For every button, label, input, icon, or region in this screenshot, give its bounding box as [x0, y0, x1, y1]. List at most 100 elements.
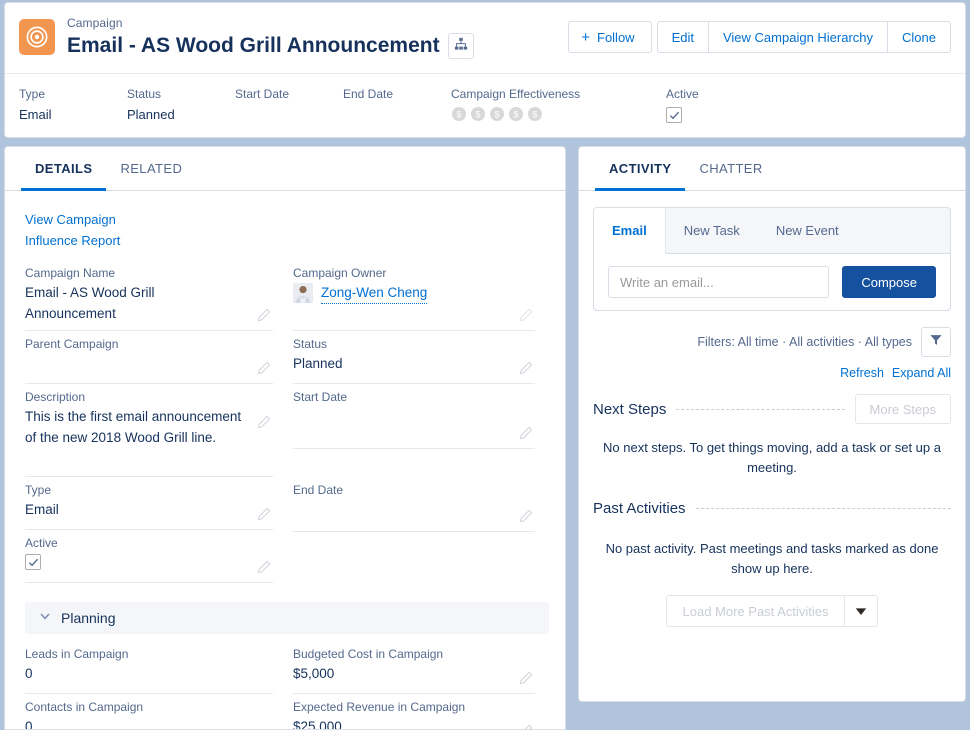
- field-status: Status Planned: [293, 336, 535, 384]
- campaign-effectiveness-rating[interactable]: $ $ $ $ $: [451, 106, 666, 122]
- tab-activity[interactable]: ACTIVITY: [595, 147, 685, 191]
- field-label: Campaign Name: [25, 265, 273, 282]
- field-label: Status: [293, 336, 535, 353]
- header-field-label: End Date: [343, 86, 451, 102]
- record-title-row: Email - AS Wood Grill Announcement: [67, 32, 474, 60]
- field-end-date: End Date: [293, 454, 535, 532]
- details-body: View Campaign Influence Report Campaign …: [5, 191, 565, 730]
- next-steps-empty-message: No next steps. To get things moving, add…: [593, 424, 951, 490]
- header-field-type: Type Email: [19, 86, 127, 137]
- activity-panel: ACTIVITY CHATTER Email New Task New Even…: [578, 146, 966, 702]
- details-column-right: Campaign Owner Zong-Wen Cheng: [287, 265, 549, 588]
- planning-column-left: Leads in Campaign 0 Contacts in Campaign…: [25, 646, 287, 730]
- field-label: Contacts in Campaign: [25, 699, 273, 716]
- field-value: Zong-Wen Cheng: [293, 282, 535, 304]
- composer-tab-email[interactable]: Email: [594, 208, 666, 254]
- next-steps-title: Next Steps: [593, 401, 676, 418]
- edit-pencil-icon[interactable]: [519, 509, 533, 523]
- load-more-label[interactable]: Load More Past Activities: [667, 596, 846, 626]
- edit-pencil-icon[interactable]: [519, 724, 533, 730]
- edit-pencil-icon[interactable]: [519, 426, 533, 440]
- header-field-label: Status: [127, 86, 235, 102]
- field-value: This is the first email announcement of …: [25, 406, 273, 448]
- compose-button[interactable]: Compose: [842, 266, 936, 298]
- edit-pencil-icon[interactable]: [257, 415, 271, 429]
- plus-icon: +: [581, 30, 590, 45]
- edit-pencil-icon[interactable]: [519, 361, 533, 375]
- tab-related[interactable]: RELATED: [106, 147, 196, 191]
- more-steps-button[interactable]: More Steps: [855, 394, 951, 424]
- active-checkbox: [666, 107, 682, 123]
- edit-pencil-icon[interactable]: [257, 308, 271, 322]
- details-columns: Campaign Name Email - AS Wood Grill Anno…: [25, 265, 549, 588]
- field-label: Expected Revenue in Campaign: [293, 699, 535, 716]
- composer-tab-new-task[interactable]: New Task: [666, 208, 758, 253]
- header-field-label: Campaign Effectiveness: [451, 86, 666, 102]
- field-value: $5,000: [293, 663, 535, 684]
- field-type: Type Email: [25, 482, 273, 530]
- dollar-coin-icon: $: [470, 106, 486, 122]
- edit-pencil-icon[interactable]: [257, 560, 271, 574]
- campaign-owner-link[interactable]: Zong-Wen Cheng: [321, 282, 427, 304]
- field-label: Active: [25, 535, 273, 552]
- field-campaign-owner: Campaign Owner Zong-Wen Cheng: [293, 265, 535, 331]
- field-value: 0: [25, 663, 273, 684]
- edit-pencil-icon-disabled: [519, 308, 533, 322]
- activity-filter-button[interactable]: [921, 327, 951, 357]
- edit-pencil-icon[interactable]: [257, 361, 271, 375]
- field-label: Type: [25, 482, 273, 499]
- next-steps-header: Next Steps More Steps: [593, 394, 951, 424]
- header-field-label: Type: [19, 86, 127, 102]
- dollar-coin-icon: $: [508, 106, 524, 122]
- field-campaign-name: Campaign Name Email - AS Wood Grill Anno…: [25, 265, 273, 331]
- field-label: Leads in Campaign: [25, 646, 273, 663]
- section-title: Planning: [61, 610, 116, 626]
- edit-pencil-icon[interactable]: [257, 507, 271, 521]
- chevron-down-icon: [39, 609, 51, 627]
- header-button-group: Edit View Campaign Hierarchy Clone: [657, 21, 951, 53]
- field-value: Planned: [293, 353, 535, 374]
- composer-input-row: Compose: [594, 254, 950, 310]
- object-type-label: Campaign: [67, 16, 474, 31]
- svg-text:$: $: [513, 110, 518, 120]
- expand-all-link[interactable]: Expand All: [892, 363, 951, 384]
- write-email-input[interactable]: [608, 266, 829, 298]
- edit-button[interactable]: Edit: [657, 21, 709, 53]
- follow-button[interactable]: + Follow: [568, 21, 651, 53]
- hierarchy-button[interactable]: [448, 33, 474, 59]
- details-panel: DETAILS RELATED View Campaign Influence …: [4, 146, 566, 730]
- field-value: 0: [25, 716, 273, 730]
- composer-tab-new-event[interactable]: New Event: [758, 208, 857, 253]
- field-label: Start Date: [293, 389, 535, 406]
- clone-button[interactable]: Clone: [887, 21, 951, 53]
- field-contacts-in-campaign: Contacts in Campaign 0: [25, 699, 273, 730]
- tab-details[interactable]: DETAILS: [21, 147, 106, 191]
- hierarchy-icon: [454, 37, 468, 56]
- activity-composer: Email New Task New Event Compose: [593, 207, 951, 311]
- header-field-label: Start Date: [235, 86, 343, 102]
- section-body-planning: Leads in Campaign 0 Contacts in Campaign…: [25, 634, 549, 730]
- past-activities-title: Past Activities: [593, 500, 696, 517]
- follow-button-label: Follow: [597, 30, 635, 45]
- funnel-icon: [929, 333, 943, 352]
- field-active: Active: [25, 535, 273, 583]
- edit-pencil-icon[interactable]: [519, 671, 533, 685]
- chevron-down-icon[interactable]: [845, 596, 877, 626]
- view-campaign-influence-report-link[interactable]: View Campaign Influence Report: [25, 209, 155, 251]
- header-field-end-date: End Date: [343, 86, 451, 137]
- section-header-planning[interactable]: Planning: [25, 602, 549, 634]
- header-field-status: Status Planned: [127, 86, 235, 137]
- field-value: $25,000: [293, 716, 535, 730]
- header-field-campaign-effectiveness: Campaign Effectiveness $ $ $ $ $: [451, 86, 666, 137]
- salesforce-record-page: Campaign Email - AS Wood Grill Announcem…: [0, 0, 970, 730]
- load-more-past-activities: Load More Past Activities: [666, 595, 879, 627]
- header-field-start-date: Start Date: [235, 86, 343, 137]
- record-header: Campaign Email - AS Wood Grill Announcem…: [4, 2, 966, 138]
- header-action-buttons: + Follow Edit View Campaign Hierarchy Cl…: [568, 21, 951, 53]
- tab-chatter[interactable]: CHATTER: [685, 147, 776, 191]
- field-label: Description: [25, 389, 273, 406]
- field-value: [293, 406, 535, 427]
- view-campaign-hierarchy-button[interactable]: View Campaign Hierarchy: [708, 21, 888, 53]
- refresh-link[interactable]: Refresh: [840, 363, 884, 384]
- svg-text:$: $: [532, 110, 537, 120]
